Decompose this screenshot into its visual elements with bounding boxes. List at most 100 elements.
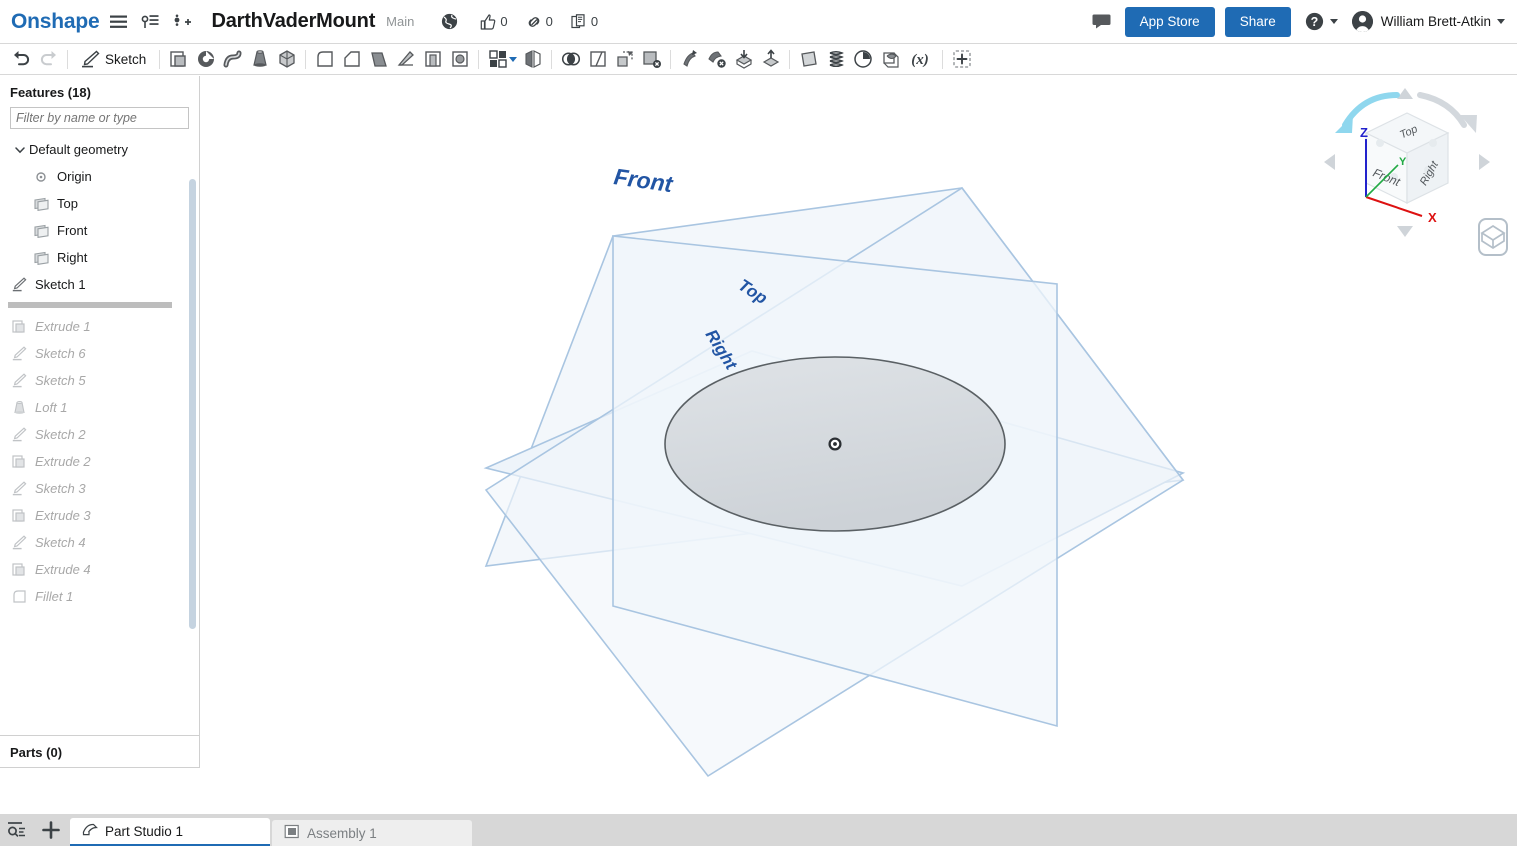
undo-button[interactable] <box>8 46 35 73</box>
redo-button[interactable] <box>35 46 62 73</box>
shell-tool[interactable] <box>419 46 446 73</box>
tree-item-fillet-1[interactable]: Fillet 1 <box>0 583 199 610</box>
pattern-tool[interactable] <box>484 46 511 73</box>
view-cube[interactable]: Top Front Right Z X Y <box>1320 85 1495 250</box>
filter-input[interactable] <box>10 107 189 129</box>
boolean-tool[interactable] <box>557 46 584 73</box>
fillet-icon <box>317 51 333 67</box>
variable-x-icon: (x) <box>912 52 930 68</box>
split-tool[interactable] <box>584 46 611 73</box>
sweep-tool[interactable] <box>219 46 246 73</box>
hole-tool[interactable] <box>446 46 473 73</box>
rollback-bar[interactable] <box>8 302 172 308</box>
tree-item-sketch-2[interactable]: Sketch 2 <box>0 421 199 448</box>
version-branch-icon[interactable] <box>137 9 163 35</box>
sketch-icon <box>10 535 28 551</box>
tree-item-sketch-6[interactable]: Sketch 6 <box>0 340 199 367</box>
tree-item-origin[interactable]: Origin <box>0 163 199 190</box>
delete-face-tool[interactable] <box>638 46 665 73</box>
draft-icon <box>370 52 387 67</box>
export-tool[interactable] <box>757 46 784 73</box>
loft-tool[interactable] <box>246 46 273 73</box>
fillet-tool[interactable] <box>311 46 338 73</box>
hamburger-icon[interactable] <box>105 9 131 35</box>
3d-viewport[interactable]: Front Top Right Top Right Z X Y <box>200 76 1517 818</box>
likes-count: 0 <box>500 14 508 29</box>
tree-item-right[interactable]: Right <box>0 244 199 271</box>
tab-label: Part Studio 1 <box>105 823 184 839</box>
tree-item-loft-1[interactable]: Loft 1 <box>0 394 199 421</box>
chevron-down-icon[interactable] <box>14 146 25 154</box>
tree-item-extrude-3[interactable]: Extrude 3 <box>0 502 199 529</box>
avatar <box>1351 11 1373 32</box>
custom-feature-tool[interactable] <box>948 46 975 73</box>
mirror-tool[interactable] <box>519 46 546 73</box>
tree-item-label: Extrude 3 <box>35 508 91 523</box>
tree-item-top[interactable]: Top <box>0 190 199 217</box>
tab-assembly-1[interactable]: Assembly 1 <box>272 820 472 846</box>
extrude-tool[interactable] <box>165 46 192 73</box>
draft-tool[interactable] <box>365 46 392 73</box>
globe-icon[interactable] <box>436 9 462 35</box>
front-plane-label[interactable]: Front <box>612 163 675 197</box>
loft-icon <box>10 400 28 416</box>
comment-bubble-icon[interactable] <box>1089 9 1115 35</box>
delete-part-tool[interactable] <box>703 46 730 73</box>
link-icon <box>528 16 539 27</box>
helix-tool[interactable] <box>822 46 849 73</box>
onshape-logo[interactable]: Onshape <box>11 10 100 34</box>
help-menu[interactable]: ? <box>1305 12 1338 31</box>
tree-item-sketch-1[interactable]: Sketch 1 <box>0 271 199 298</box>
default-geometry-label: Default geometry <box>29 142 128 157</box>
user-menu[interactable]: William Brett-Atkin <box>1351 11 1505 32</box>
share-button[interactable]: Share <box>1224 6 1291 37</box>
tree-item-sketch-3[interactable]: Sketch 3 <box>0 475 199 502</box>
sketch-button[interactable]: Sketch <box>73 46 154 73</box>
composite-part-tool[interactable] <box>876 46 903 73</box>
feature-tree: Default geometry Origin Top Front Right … <box>0 135 199 735</box>
axis-label-y: Y <box>1399 156 1407 168</box>
tree-item-extrude-1[interactable]: Extrude 1 <box>0 313 199 340</box>
search-list-icon[interactable] <box>0 814 34 846</box>
stat-copies[interactable]: 0 <box>571 13 598 30</box>
tree-item-extrude-4[interactable]: Extrude 4 <box>0 556 199 583</box>
stat-likes[interactable]: 0 <box>480 13 508 30</box>
extrude-icon <box>10 454 28 470</box>
stat-links[interactable]: 0 <box>526 14 553 30</box>
variable-tool[interactable]: (x) <box>903 46 937 73</box>
tree-item-label: Sketch 5 <box>35 373 86 388</box>
sketch-icon <box>10 427 28 443</box>
plane-tool[interactable] <box>795 46 822 73</box>
tab-part-studio-1[interactable]: Part Studio 1 <box>70 818 270 846</box>
tab-label: Assembly 1 <box>307 825 377 841</box>
tree-group-default-geometry[interactable]: Default geometry <box>0 136 199 163</box>
tree-item-front[interactable]: Front <box>0 217 199 244</box>
user-name: William Brett-Atkin <box>1380 14 1491 29</box>
boolean-icon <box>561 52 580 66</box>
import-derived-tool[interactable] <box>730 46 757 73</box>
curve-tool[interactable] <box>849 46 876 73</box>
transform-tool[interactable] <box>676 46 703 73</box>
chevron-down-icon <box>1329 19 1338 24</box>
tree-item-sketch-5[interactable]: Sketch 5 <box>0 367 199 394</box>
branch-label[interactable]: Main <box>386 14 414 29</box>
pattern-dropdown-caret[interactable] <box>509 56 518 62</box>
chamfer-tool[interactable] <box>338 46 365 73</box>
part-studio-icon <box>82 822 98 840</box>
display-cube-icon[interactable] <box>1473 216 1513 258</box>
thicken-tool[interactable] <box>273 46 300 73</box>
toolbar-divider <box>789 49 791 69</box>
move-face-tool[interactable] <box>611 46 638 73</box>
tree-item-sketch-4[interactable]: Sketch 4 <box>0 529 199 556</box>
plane-icon <box>32 250 50 266</box>
plus-icon[interactable] <box>34 814 68 846</box>
tree-item-extrude-2[interactable]: Extrude 2 <box>0 448 199 475</box>
app-store-button[interactable]: App Store <box>1124 6 1215 37</box>
toolbar-divider <box>551 49 553 69</box>
tree-item-label: Sketch 4 <box>35 535 86 550</box>
revolve-tool[interactable] <box>192 46 219 73</box>
rib-tool[interactable] <box>392 46 419 73</box>
origin-point[interactable] <box>828 437 842 451</box>
tree-scrollbar[interactable] <box>189 179 196 629</box>
insert-node-icon[interactable] <box>169 9 195 35</box>
